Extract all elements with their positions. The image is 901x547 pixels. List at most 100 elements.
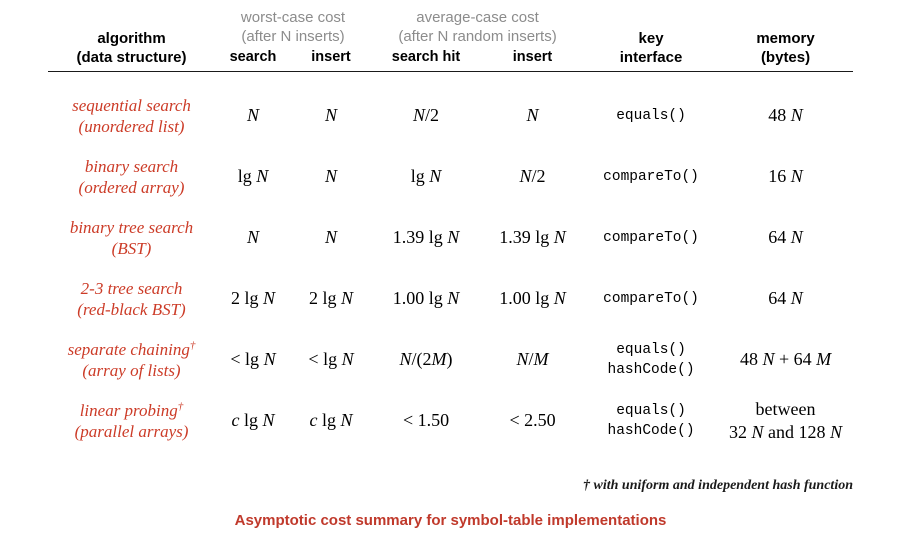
data-structure-name: (parallel arrays) [74, 421, 189, 441]
header-key-interface-line2: interface [619, 49, 683, 66]
key-interface-method-1: equals() [616, 107, 686, 124]
data-structure-name: (array of lists) [82, 360, 181, 380]
memory-value: 64 N [768, 227, 803, 247]
header-algorithm: algorithm (data structure) [48, 8, 215, 71]
algorithm-name: 2-3 tree search [80, 278, 183, 298]
header-worst-case-line2: (after N inserts) [241, 28, 345, 45]
header-memory-line1: memory [756, 30, 815, 47]
cell-key-interface: equals() hashCode() [584, 390, 718, 451]
algorithm-name: binary search [84, 156, 179, 176]
data-structure-name: (ordered array) [78, 177, 185, 197]
cell-worst-insert: c lg N [309, 410, 353, 430]
memory-value: between [755, 398, 816, 419]
cell-algorithm: binary tree search (BST) [48, 207, 215, 268]
header-memory-line2: (bytes) [760, 49, 811, 66]
header-group-row: algorithm (data structure) worst-case co… [48, 8, 853, 66]
cell-average-insert: 1.00 lg N [499, 288, 566, 308]
cell-algorithm: linear probing† (parallel arrays) [48, 390, 215, 451]
cost-summary-table: algorithm (data structure) worst-case co… [48, 8, 854, 451]
cell-worst-insert: < lg N [308, 349, 354, 369]
header-key-interface: key interface [584, 8, 718, 71]
header-memory: memory (bytes) [718, 8, 853, 71]
table-row: 2-3 tree search (red-black BST) 2 lg N 2 lg… [48, 268, 853, 329]
cell-worst-insert: N [325, 105, 338, 125]
table-header: algorithm (data structure) worst-case co… [48, 8, 854, 85]
cell-memory: 48 N + 64 M [718, 329, 853, 390]
header-average-search-hit: search hit [391, 49, 461, 65]
data-structure-name: (BST) [111, 238, 152, 258]
header-algorithm-line2: (data structure) [76, 49, 187, 66]
cell-memory: 64 N [718, 207, 853, 268]
header-average-case-line2: (after N random inserts) [398, 28, 557, 45]
cell-worst-insert: N [325, 166, 338, 186]
cell-key-interface: compareTo() [584, 268, 718, 329]
cell-key-interface: compareTo() [584, 207, 718, 268]
table-row: binary search (ordered array) lg N Nlg N N/2… [48, 146, 853, 207]
cell-worst-search: lg N [237, 166, 269, 186]
dagger-marker: † [177, 399, 184, 412]
cell-worst-search: N [246, 227, 259, 247]
table-row: sequential search (unordered list) N N N/2 Ne… [48, 85, 853, 146]
cell-worst-insert: 2 lg N [308, 288, 354, 308]
table-row: binary tree search (BST) N N 1.39 lg N 1.39 l… [48, 207, 853, 268]
cell-worst-search: 2 lg N [230, 288, 276, 308]
cell-worst-insert: N [325, 227, 338, 247]
cell-algorithm: sequential search (unordered list) [48, 85, 215, 146]
cell-algorithm: 2-3 tree search (red-black BST) [48, 268, 215, 329]
cell-average-search-hit: < 1.50 [402, 410, 450, 430]
data-structure-name: (unordered list) [78, 116, 185, 136]
cell-average-search-hit: lg N [410, 166, 442, 186]
memory-value: 48 N [768, 105, 803, 125]
cell-average-insert: N/2 [519, 166, 546, 186]
cell-average-search-hit: 1.39 lg N [392, 227, 460, 247]
cell-average-insert: N/M [516, 349, 549, 369]
algorithm-name: sequential search [72, 95, 191, 115]
cell-memory: 64 N [718, 268, 853, 329]
key-interface-method-2: hashCode() [607, 361, 695, 378]
key-interface-method-1: compareTo() [603, 168, 699, 185]
cell-algorithm: binary search (ordered array) [48, 146, 215, 207]
memory-value: 16 N [768, 166, 803, 186]
header-worst-insert: insert [311, 49, 351, 65]
algorithm-name: linear probing† [79, 399, 184, 420]
footnote: † with uniform and independent hash func… [583, 478, 853, 493]
memory-value-line2: 32 N and 128 N [729, 421, 843, 442]
header-average-insert: insert [512, 49, 553, 65]
cell-average-search-hit: N/(2M) [399, 349, 453, 369]
memory-value: 48 N + 64 M [739, 349, 832, 369]
cell-average-search-hit: 1.00 lg N [392, 288, 460, 308]
cell-worst-search: N [246, 105, 259, 125]
cell-memory: 16 N [718, 146, 853, 207]
header-rule-spacer [48, 72, 853, 85]
cell-average-insert: 1.39 lg N [499, 227, 566, 247]
cell-key-interface: compareTo() [584, 146, 718, 207]
key-interface-method-1: equals() [616, 341, 686, 358]
header-key-interface-line1: key [638, 30, 664, 47]
key-interface-method-1: compareTo() [603, 290, 699, 307]
algorithm-name: separate chaining† [67, 338, 196, 359]
dagger-marker: † [189, 338, 196, 351]
key-interface-method-1: compareTo() [603, 229, 699, 246]
header-algorithm-line1: algorithm [97, 30, 166, 47]
cell-algorithm: separate chaining† (array of lists) [48, 329, 215, 390]
header-average-case-group: average-case cost (after N random insert… [371, 8, 584, 48]
table-row: linear probing† (parallel arrays) c lg N c … [48, 390, 853, 451]
cell-key-interface: equals() hashCode() [584, 329, 718, 390]
cell-average-search-hit: N/2 [413, 105, 440, 125]
header-worst-case-group: worst-case cost (after N inserts) [215, 8, 371, 48]
cell-memory: between 32 N and 128 N [718, 390, 853, 451]
cell-memory: 48 N [718, 85, 853, 146]
cell-average-insert: < 2.50 [509, 410, 556, 430]
key-interface-method-1: equals() [616, 402, 686, 419]
cell-key-interface: equals() [584, 85, 718, 146]
key-interface-method-2: hashCode() [607, 422, 695, 439]
memory-value: 64 N [768, 288, 803, 308]
cell-worst-search: c lg N [231, 410, 275, 430]
cell-worst-search: < lg N [230, 349, 276, 369]
figure-caption: Asymptotic cost summary for symbol-table… [234, 512, 667, 529]
header-worst-case-line1: worst-case cost [240, 9, 346, 26]
data-structure-name: (red-black BST) [77, 299, 186, 319]
algorithm-name: binary tree search [69, 217, 194, 237]
header-average-case-line1: average-case cost [416, 9, 539, 26]
cell-average-insert: N [526, 105, 539, 125]
